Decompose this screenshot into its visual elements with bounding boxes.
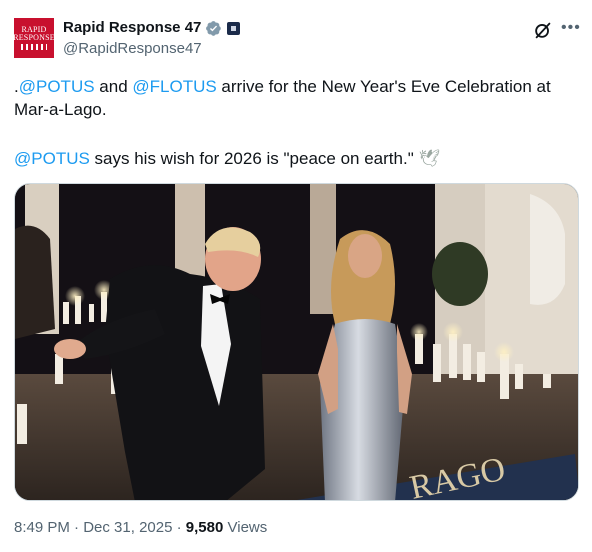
views-count: 9,580 [185,519,224,536]
display-name[interactable]: Rapid Response 47 [63,18,201,38]
mention-potus-link[interactable]: @POTUS [19,77,95,96]
tweet-video[interactable]: RAGO [14,183,579,501]
account-handle[interactable]: @RapidResponse47 [63,39,202,59]
verified-badge-icon [206,20,222,36]
avatar[interactable]: RAPID RESPONSE [13,18,55,58]
video-frame-illustration: RAGO [15,184,578,500]
grok-icon[interactable] [532,19,554,41]
meta-separator-2: · [172,519,186,536]
mention-flotus-link[interactable]: @FLOTUS [132,77,216,96]
text-and: and [94,77,133,96]
text-line2-rest: says his wish for 2026 is "peace on eart… [89,149,414,168]
dove-emoji: 🕊 [418,149,441,168]
meta-separator: · [69,519,84,536]
tweet-text-paragraph-2: @POTUS says his wish for 2026 is "peace … [14,147,574,170]
affiliate-badge-icon[interactable] [227,21,241,35]
tweet-text-paragraph-1: .@POTUS and @FLOTUS arrive for the New Y… [14,75,574,121]
mention-potus-link-2[interactable]: @POTUS [14,149,90,168]
tweet-meta: 8:49 PM · Dec 31, 2025 · 9,580 Views [14,518,267,538]
more-icon[interactable]: ••• [561,20,581,36]
views-label: Views [223,519,268,536]
tweet-time[interactable]: 8:49 PM [14,519,70,536]
avatar-text-line2: RESPONSE [13,33,55,42]
tweet-date[interactable]: Dec 31, 2025 [83,519,172,536]
avatar-columns-graphic [21,44,47,50]
account-name-row[interactable]: Rapid Response 47 [63,18,241,38]
